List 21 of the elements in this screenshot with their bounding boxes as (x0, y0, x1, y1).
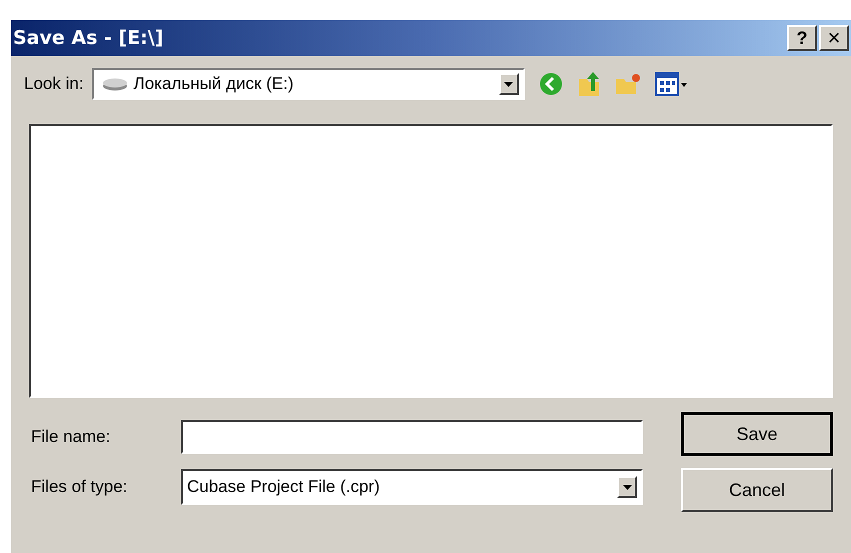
drive-icon (102, 77, 128, 91)
look-in-dropdown[interactable]: Локальный диск (E:) (92, 68, 525, 100)
look-in-label: Look in: (24, 73, 84, 96)
dialog-button[interactable]: Cancel (681, 468, 833, 512)
caret-icon (504, 82, 514, 86)
close-button[interactable]: × (819, 25, 849, 51)
dialog-button[interactable]: Save (681, 412, 833, 456)
caret-icon (622, 484, 632, 490)
view-menu-icon[interactable] (654, 72, 687, 96)
back-icon[interactable] (538, 72, 563, 96)
files-of-type-dropdown[interactable]: Cubase Project File (.cpr) (181, 469, 643, 505)
files-of-type-label: Files of type: (31, 476, 128, 498)
window-title: Save As - [E:\] (13, 26, 164, 51)
look-in-value: Локальный диск (E:) (134, 73, 294, 96)
new-folder-icon[interactable] (614, 73, 641, 95)
files-of-type-value: Cubase Project File (.cpr) (187, 476, 381, 498)
help-button[interactable]: ? (787, 25, 817, 51)
dropdown-arrow-button[interactable] (498, 73, 519, 95)
dropdown-arrow-button[interactable] (617, 476, 637, 498)
file-name-field[interactable] (181, 420, 643, 454)
file-name-label: File name: (31, 426, 112, 448)
